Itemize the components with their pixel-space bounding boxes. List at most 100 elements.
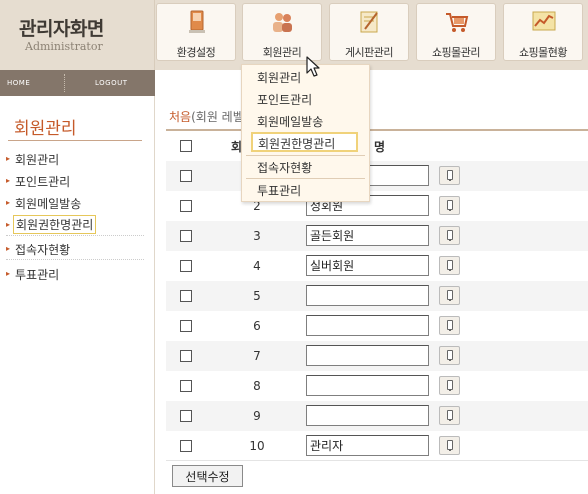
- edit-button[interactable]: [439, 436, 460, 455]
- row-checkbox[interactable]: [180, 230, 192, 242]
- row-checkbox[interactable]: [180, 410, 192, 422]
- level-number: 8: [253, 379, 261, 393]
- sidebar-item-members[interactable]: ▸ 회원관리: [6, 148, 144, 170]
- level-number: 6: [253, 319, 261, 333]
- chart-icon: [532, 11, 556, 31]
- row-checkbox[interactable]: [180, 380, 192, 392]
- col-name-header: 명: [374, 140, 386, 154]
- dropdown-item-level-names[interactable]: 회원권한명관리: [242, 132, 369, 154]
- nav-board-label: 게시판관리: [344, 46, 394, 59]
- edit-button[interactable]: [439, 196, 460, 215]
- sidebar-item-poll[interactable]: ▸ 투표관리: [6, 263, 144, 285]
- edit-button[interactable]: [439, 316, 460, 335]
- header: 관리자화면 Administrator 환경설정 회원관리 게시판관리 쇼핑몰관…: [0, 0, 588, 70]
- level-name-input[interactable]: [306, 435, 429, 456]
- level-name-input[interactable]: [306, 405, 429, 426]
- sidebar-item-label: 접속자현황: [15, 243, 71, 257]
- bullet-icon: ▸: [6, 244, 11, 253]
- nav-shop-label: 쇼핑몰관리: [431, 46, 481, 59]
- nav-members[interactable]: 회원관리: [242, 3, 322, 61]
- edit-button[interactable]: [439, 226, 460, 245]
- level-name-input[interactable]: [306, 315, 429, 336]
- logo[interactable]: 관리자화면 Administrator: [0, 0, 155, 70]
- table-row: 3: [166, 221, 588, 251]
- table-row: 9: [166, 401, 588, 431]
- dropdown-item-mail[interactable]: 회원메일발송: [242, 110, 369, 132]
- level-number: 4: [253, 259, 261, 273]
- sidebar-item-visitors[interactable]: ▸ 접속자현황: [6, 238, 144, 260]
- level-name-input[interactable]: [306, 225, 429, 246]
- level-number: 3: [253, 229, 261, 243]
- dropdown-item-poll[interactable]: 투표관리: [242, 179, 369, 201]
- bullet-icon: ▸: [6, 154, 11, 163]
- row-checkbox[interactable]: [180, 350, 192, 362]
- bullet-icon: ▸: [6, 176, 11, 185]
- cart-icon: [446, 13, 469, 32]
- sidebar-item-label: 포인트관리: [15, 175, 71, 189]
- home-bar: HOME LOGOUT: [0, 70, 155, 96]
- table-row: 8: [166, 371, 588, 401]
- row-checkbox[interactable]: [180, 200, 192, 212]
- pencil-icon: [447, 380, 453, 391]
- sidebar-item-label: 회원메일발송: [15, 197, 82, 211]
- home-bar-divider: [64, 74, 65, 92]
- level-number: 10: [249, 439, 265, 453]
- dropdown-item-label: 포인트관리: [257, 93, 313, 107]
- table-row: 10: [166, 431, 588, 461]
- row-checkbox[interactable]: [180, 260, 192, 272]
- dropdown-item-label: 회원관리: [257, 71, 302, 85]
- nav-shop[interactable]: 쇼핑몰관리: [416, 3, 496, 61]
- sidebar-item-level-names[interactable]: ▸ 회원권한명관리: [6, 214, 144, 236]
- level-name-input[interactable]: [306, 285, 429, 306]
- table-bottom-border: [166, 460, 588, 461]
- admin-page: 관리자화면 Administrator 환경설정 회원관리 게시판관리 쇼핑몰관…: [0, 0, 588, 494]
- dropdown-item-label: 회원권한명관리: [258, 137, 336, 151]
- pencil-icon: [447, 170, 453, 181]
- logout-link[interactable]: LOGOUT: [95, 79, 128, 87]
- breadcrumb: 처음(회원 레벨 .): [169, 108, 361, 125]
- bullet-icon: ▸: [6, 220, 11, 229]
- level-name-input[interactable]: [306, 375, 429, 396]
- row-checkbox[interactable]: [180, 440, 192, 452]
- nav-settings[interactable]: 환경설정: [156, 3, 236, 61]
- dropdown-item-visitors[interactable]: 접속자현황: [242, 156, 369, 178]
- logo-subtitle: Administrator: [25, 40, 103, 53]
- dropdown-item-label: 접속자현황: [257, 161, 313, 175]
- breadcrumb-text: (회원 레벨: [191, 110, 244, 124]
- save-selected-button[interactable]: 선택수정: [172, 465, 243, 487]
- row-checkbox[interactable]: [180, 170, 192, 182]
- level-name-input[interactable]: [306, 255, 429, 276]
- pencil-icon: [447, 410, 453, 421]
- edit-button[interactable]: [439, 346, 460, 365]
- table-header: 회 명: [166, 131, 588, 161]
- edit-button[interactable]: [439, 166, 460, 185]
- bullet-icon: ▸: [6, 269, 11, 278]
- row-checkbox[interactable]: [180, 290, 192, 302]
- row-checkbox[interactable]: [180, 320, 192, 332]
- edit-button[interactable]: [439, 286, 460, 305]
- level-number: 5: [253, 289, 261, 303]
- level-number: 7: [253, 349, 261, 363]
- home-link[interactable]: HOME: [7, 79, 30, 87]
- edit-button[interactable]: [439, 256, 460, 275]
- nav-shop-status[interactable]: 쇼핑몰현황: [503, 3, 583, 61]
- members-icon: [273, 13, 292, 32]
- table-row: 6: [166, 311, 588, 341]
- select-all-checkbox[interactable]: [180, 140, 192, 152]
- table-row: 4: [166, 251, 588, 281]
- sidebar-item-label: 투표관리: [15, 268, 60, 282]
- dropdown-item-points[interactable]: 포인트관리: [242, 88, 369, 110]
- level-name-input[interactable]: [306, 345, 429, 366]
- sidebar-item-mail[interactable]: ▸ 회원메일발송: [6, 192, 144, 214]
- sidebar-item-label: 회원관리: [15, 153, 60, 167]
- breadcrumb-home[interactable]: 처음: [169, 110, 191, 124]
- pencil-icon: [447, 260, 453, 271]
- edit-button[interactable]: [439, 376, 460, 395]
- pencil-icon: [447, 440, 453, 451]
- pencil-icon: [447, 200, 453, 211]
- sidebar-item-label: 회원권한명관리: [13, 215, 97, 234]
- nav-board[interactable]: 게시판관리: [329, 3, 409, 61]
- main-content: 처음(회원 레벨 .) 회 명 1 2 3: [156, 70, 588, 494]
- sidebar-item-points[interactable]: ▸ 포인트관리: [6, 170, 144, 192]
- edit-button[interactable]: [439, 406, 460, 425]
